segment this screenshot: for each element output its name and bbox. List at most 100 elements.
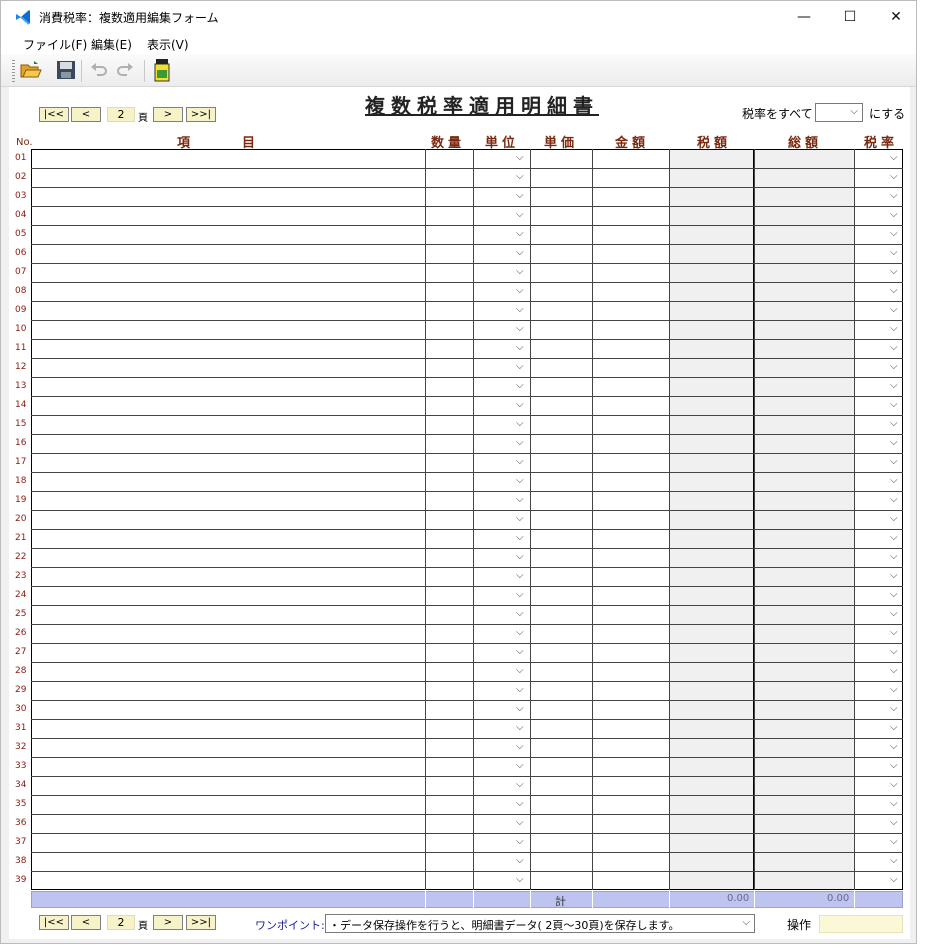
rate-dropdown-chevron-icon[interactable]: ⌵ bbox=[890, 684, 898, 695]
unit-dropdown-chevron-icon[interactable]: ⌵ bbox=[516, 475, 524, 486]
rate-dropdown-chevron-icon[interactable]: ⌵ bbox=[890, 380, 898, 391]
rate-dropdown-chevron-icon[interactable]: ⌵ bbox=[890, 817, 898, 828]
first-page-button[interactable]: |<< bbox=[39, 107, 69, 122]
unit-dropdown-chevron-icon[interactable]: ⌵ bbox=[516, 266, 524, 277]
unit-dropdown-chevron-icon[interactable]: ⌵ bbox=[516, 361, 524, 372]
tax-all-select[interactable]: ⌵ bbox=[815, 103, 863, 122]
open-folder-icon[interactable] bbox=[19, 58, 43, 82]
unit-dropdown-chevron-icon[interactable]: ⌵ bbox=[516, 798, 524, 809]
rate-dropdown-chevron-icon[interactable]: ⌵ bbox=[890, 361, 898, 372]
rate-dropdown-chevron-icon[interactable]: ⌵ bbox=[890, 703, 898, 714]
rate-dropdown-chevron-icon[interactable]: ⌵ bbox=[890, 247, 898, 258]
unit-dropdown-chevron-icon[interactable]: ⌵ bbox=[516, 874, 524, 885]
rate-dropdown-chevron-icon[interactable]: ⌵ bbox=[890, 266, 898, 277]
rate-dropdown-chevron-icon[interactable]: ⌵ bbox=[890, 342, 898, 353]
rate-dropdown-chevron-icon[interactable]: ⌵ bbox=[890, 228, 898, 239]
save-icon[interactable] bbox=[54, 58, 78, 82]
rate-dropdown-chevron-icon[interactable]: ⌵ bbox=[890, 779, 898, 790]
unit-dropdown-chevron-icon[interactable]: ⌵ bbox=[516, 684, 524, 695]
rate-dropdown-chevron-icon[interactable]: ⌵ bbox=[890, 760, 898, 771]
unit-dropdown-chevron-icon[interactable]: ⌵ bbox=[516, 741, 524, 752]
close-button[interactable]: ✕ bbox=[873, 1, 919, 32]
rate-dropdown-chevron-icon[interactable]: ⌵ bbox=[890, 665, 898, 676]
unit-dropdown-chevron-icon[interactable]: ⌵ bbox=[516, 152, 524, 163]
rate-dropdown-chevron-icon[interactable]: ⌵ bbox=[890, 209, 898, 220]
unit-dropdown-chevron-icon[interactable]: ⌵ bbox=[516, 418, 524, 429]
unit-dropdown-chevron-icon[interactable]: ⌵ bbox=[516, 456, 524, 467]
unit-dropdown-chevron-icon[interactable]: ⌵ bbox=[516, 627, 524, 638]
unit-dropdown-chevron-icon[interactable]: ⌵ bbox=[516, 817, 524, 828]
unit-dropdown-chevron-icon[interactable]: ⌵ bbox=[516, 209, 524, 220]
prev-page-button[interactable]: < bbox=[71, 915, 101, 930]
maximize-button[interactable]: ☐ bbox=[827, 1, 873, 32]
unit-dropdown-chevron-icon[interactable]: ⌵ bbox=[516, 399, 524, 410]
rate-dropdown-chevron-icon[interactable]: ⌵ bbox=[890, 874, 898, 885]
unit-dropdown-chevron-icon[interactable]: ⌵ bbox=[516, 779, 524, 790]
unit-dropdown-chevron-icon[interactable]: ⌵ bbox=[516, 380, 524, 391]
unit-dropdown-chevron-icon[interactable]: ⌵ bbox=[516, 228, 524, 239]
menu-view[interactable]: 表示(V) bbox=[147, 36, 189, 53]
unit-dropdown-chevron-icon[interactable]: ⌵ bbox=[516, 760, 524, 771]
unit-dropdown-chevron-icon[interactable]: ⌵ bbox=[516, 703, 524, 714]
unit-dropdown-chevron-icon[interactable]: ⌵ bbox=[516, 570, 524, 581]
rate-dropdown-chevron-icon[interactable]: ⌵ bbox=[890, 475, 898, 486]
unit-dropdown-chevron-icon[interactable]: ⌵ bbox=[516, 190, 524, 201]
hint-select[interactable]: ・データ保存操作を行うと、明細書データ( 2頁～30頁)を保存します。 ⌵ bbox=[325, 914, 755, 933]
rate-dropdown-chevron-icon[interactable]: ⌵ bbox=[890, 418, 898, 429]
rate-dropdown-chevron-icon[interactable]: ⌵ bbox=[890, 551, 898, 562]
redo-icon[interactable] bbox=[113, 58, 137, 82]
undo-icon[interactable] bbox=[87, 58, 111, 82]
first-page-button[interactable]: |<< bbox=[39, 915, 69, 930]
unit-dropdown-chevron-icon[interactable]: ⌵ bbox=[516, 494, 524, 505]
rate-dropdown-chevron-icon[interactable]: ⌵ bbox=[890, 570, 898, 581]
rate-dropdown-chevron-icon[interactable]: ⌵ bbox=[890, 437, 898, 448]
rate-dropdown-chevron-icon[interactable]: ⌵ bbox=[890, 836, 898, 847]
operation-field[interactable] bbox=[819, 915, 903, 933]
rate-dropdown-chevron-icon[interactable]: ⌵ bbox=[890, 722, 898, 733]
unit-dropdown-chevron-icon[interactable]: ⌵ bbox=[516, 247, 524, 258]
prev-page-button[interactable]: < bbox=[71, 107, 101, 122]
unit-dropdown-chevron-icon[interactable]: ⌵ bbox=[516, 513, 524, 524]
unit-dropdown-chevron-icon[interactable]: ⌵ bbox=[516, 855, 524, 866]
unit-dropdown-chevron-icon[interactable]: ⌵ bbox=[516, 285, 524, 296]
unit-dropdown-chevron-icon[interactable]: ⌵ bbox=[516, 532, 524, 543]
unit-dropdown-chevron-icon[interactable]: ⌵ bbox=[516, 646, 524, 657]
rate-dropdown-chevron-icon[interactable]: ⌵ bbox=[890, 798, 898, 809]
unit-dropdown-chevron-icon[interactable]: ⌵ bbox=[516, 608, 524, 619]
unit-dropdown-chevron-icon[interactable]: ⌵ bbox=[516, 323, 524, 334]
next-page-button[interactable]: > bbox=[153, 107, 183, 122]
rate-dropdown-chevron-icon[interactable]: ⌵ bbox=[890, 494, 898, 505]
rate-dropdown-chevron-icon[interactable]: ⌵ bbox=[890, 741, 898, 752]
rate-dropdown-chevron-icon[interactable]: ⌵ bbox=[890, 608, 898, 619]
rate-dropdown-chevron-icon[interactable]: ⌵ bbox=[890, 285, 898, 296]
minimize-button[interactable]: — bbox=[781, 1, 827, 32]
menu-file[interactable]: ファイル(F) bbox=[23, 36, 87, 53]
menu-edit[interactable]: 編集(E) bbox=[91, 36, 132, 53]
last-page-button[interactable]: >>| bbox=[186, 915, 216, 930]
rate-dropdown-chevron-icon[interactable]: ⌵ bbox=[890, 323, 898, 334]
unit-dropdown-chevron-icon[interactable]: ⌵ bbox=[516, 551, 524, 562]
unit-dropdown-chevron-icon[interactable]: ⌵ bbox=[516, 836, 524, 847]
unit-dropdown-chevron-icon[interactable]: ⌵ bbox=[516, 665, 524, 676]
rate-dropdown-chevron-icon[interactable]: ⌵ bbox=[890, 646, 898, 657]
rate-dropdown-chevron-icon[interactable]: ⌵ bbox=[890, 152, 898, 163]
unit-dropdown-chevron-icon[interactable]: ⌵ bbox=[516, 171, 524, 182]
unit-dropdown-chevron-icon[interactable]: ⌵ bbox=[516, 722, 524, 733]
rate-dropdown-chevron-icon[interactable]: ⌵ bbox=[890, 456, 898, 467]
rate-dropdown-chevron-icon[interactable]: ⌵ bbox=[890, 304, 898, 315]
rate-dropdown-chevron-icon[interactable]: ⌵ bbox=[890, 855, 898, 866]
last-page-button[interactable]: >>| bbox=[186, 107, 216, 122]
unit-dropdown-chevron-icon[interactable]: ⌵ bbox=[516, 304, 524, 315]
unit-dropdown-chevron-icon[interactable]: ⌵ bbox=[516, 342, 524, 353]
rate-dropdown-chevron-icon[interactable]: ⌵ bbox=[890, 171, 898, 182]
rate-dropdown-chevron-icon[interactable]: ⌵ bbox=[890, 627, 898, 638]
unit-dropdown-chevron-icon[interactable]: ⌵ bbox=[516, 589, 524, 600]
rate-dropdown-chevron-icon[interactable]: ⌵ bbox=[890, 190, 898, 201]
unit-dropdown-chevron-icon[interactable]: ⌵ bbox=[516, 437, 524, 448]
rate-dropdown-chevron-icon[interactable]: ⌵ bbox=[890, 532, 898, 543]
rate-dropdown-chevron-icon[interactable]: ⌵ bbox=[890, 589, 898, 600]
next-page-button[interactable]: > bbox=[153, 915, 183, 930]
exit-icon[interactable] bbox=[150, 58, 174, 82]
rate-dropdown-chevron-icon[interactable]: ⌵ bbox=[890, 399, 898, 410]
rate-dropdown-chevron-icon[interactable]: ⌵ bbox=[890, 513, 898, 524]
